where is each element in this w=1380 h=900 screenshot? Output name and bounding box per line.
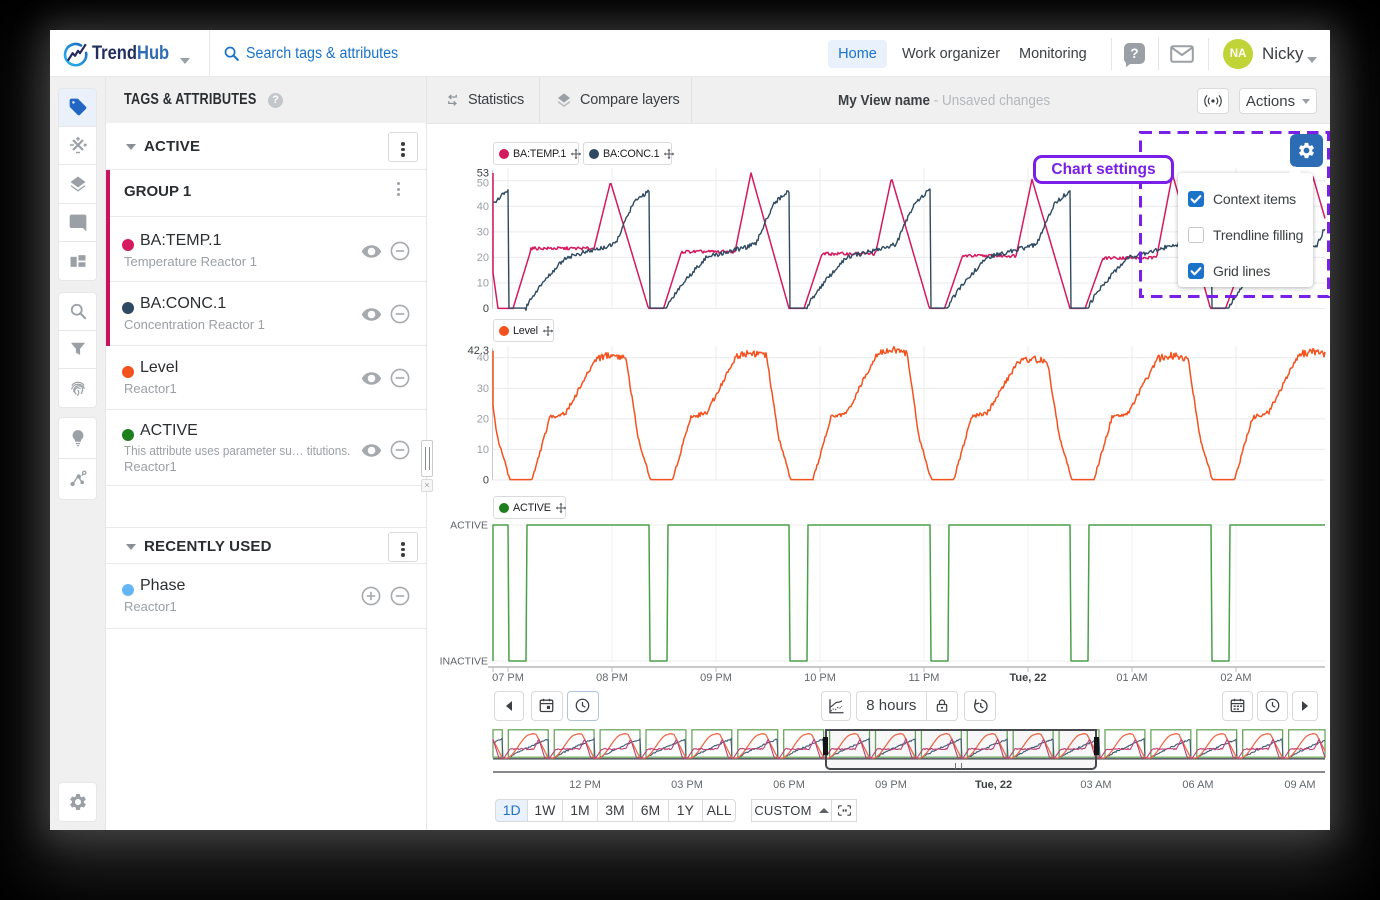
svg-text:11 PM: 11 PM [909,672,940,684]
svg-text:INACTIVE: INACTIVE [440,656,488,668]
svg-text:20: 20 [477,413,489,425]
svg-text:08 PM: 08 PM [596,672,628,684]
svg-text:02 AM: 02 AM [1220,672,1251,684]
svg-text:12 PM: 12 PM [569,779,601,791]
svg-text:30: 30 [477,383,489,395]
svg-text:07 PM: 07 PM [492,672,524,684]
svg-text:06 PM: 06 PM [773,779,805,791]
svg-text:0: 0 [483,303,489,315]
svg-text:20: 20 [477,252,489,264]
svg-text:40: 40 [477,352,489,364]
svg-text:Tue, 22: Tue, 22 [1009,672,1046,684]
svg-text:06 AM: 06 AM [1182,779,1213,791]
svg-text:09 PM: 09 PM [700,672,732,684]
svg-text:10 PM: 10 PM [804,672,836,684]
svg-text:09 AM: 09 AM [1284,779,1315,791]
svg-text:50: 50 [477,178,489,190]
svg-text:40: 40 [477,201,489,213]
svg-text:03 AM: 03 AM [1080,779,1111,791]
svg-text:ACTIVE: ACTIVE [450,520,488,532]
svg-text:10: 10 [477,444,489,456]
svg-text:01 AM: 01 AM [1116,672,1147,684]
svg-text:03 PM: 03 PM [671,779,703,791]
svg-text:09 PM: 09 PM [875,779,907,791]
svg-text:30: 30 [477,226,489,238]
svg-text:Tue, 22: Tue, 22 [975,779,1012,791]
svg-text:10: 10 [477,278,489,290]
svg-text:0: 0 [483,475,489,487]
